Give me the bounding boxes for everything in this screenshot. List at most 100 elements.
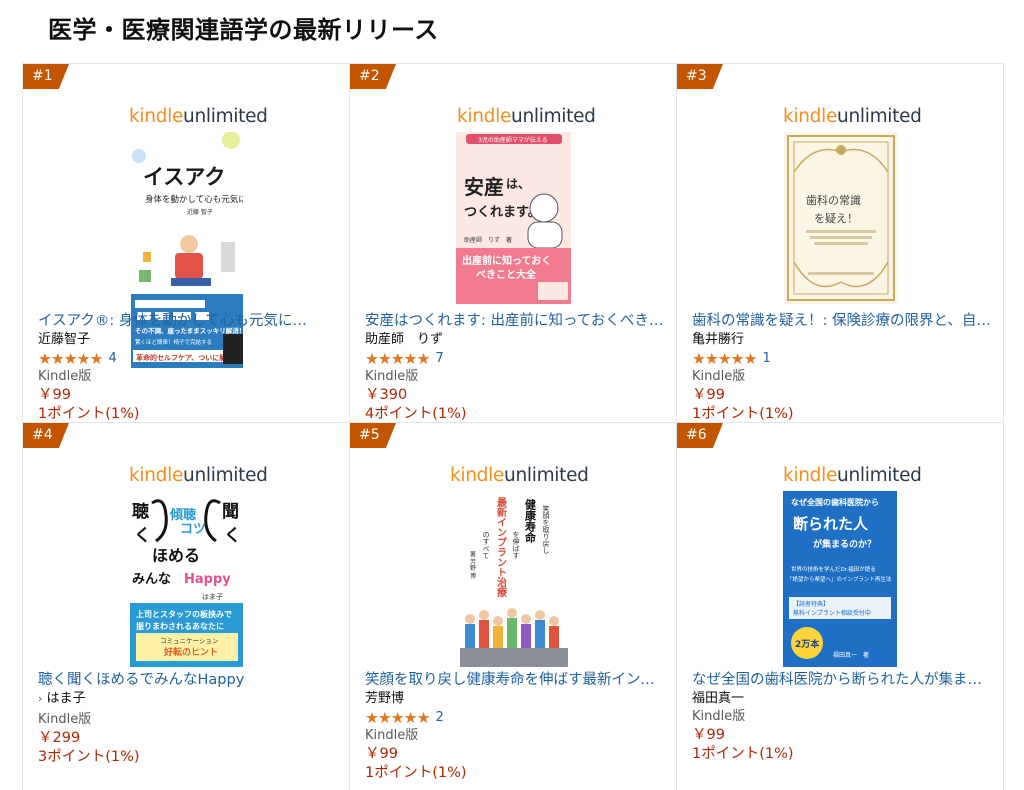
cover-art: なぜ全国の歯科医院から 断られた人 が集まるのか？ 世界の技術を学んだDr.福田… [787,497,892,659]
kindle-unlimited-logo: kindleunlimited [783,106,922,127]
book-cover[interactable]: 歯科の常識 を疑え！ [784,132,898,304]
price: ￥390 [365,387,408,403]
book-cover[interactable]: 聴 く 聞 く 傾聴 コツ ほめる みんな Happy はま子 上司とスタッフの… [130,491,243,667]
product-title-link[interactable]: 安産はつくれます: 出産前に知っておくべき… [365,312,668,331]
svg-text:みんな: みんな [132,572,171,587]
book-cover[interactable]: 笑顔を取り戻し 健康寿命 を伸ばす 最新インプラント治療 のすべて 著 芳野 博 [460,491,568,667]
author-name: 助産師 りず [365,332,444,347]
price: ￥99 [692,727,725,743]
author-name: 芳野博 [365,691,405,706]
rating-count[interactable]: 4 [108,351,116,366]
svg-text:健康寿命: 健康寿命 [524,498,538,544]
svg-text:歯科の常識: 歯科の常識 [806,193,861,207]
format-label: Kindle版 [365,369,419,384]
rank-badge: #1 [23,64,69,89]
cover-art: 聴 く 聞 く 傾聴 コツ ほめる みんな Happy はま子 上司とスタッフの… [130,499,243,667]
author-name: 亀井勝行 [692,332,745,347]
svg-text:出産前に知っておく: 出産前に知っておく [462,254,551,267]
star-rating-icon[interactable]: ★★★★★ [365,350,430,368]
rating-count[interactable]: 1 [762,351,770,366]
svg-text:聴: 聴 [132,502,149,522]
points: 3ポイント(1%) [38,749,140,765]
star-rating-icon[interactable]: ★★★★★ [365,709,430,727]
page-title: 医学・医療関連語学の最新リリース [48,16,439,44]
svg-text:く: く [134,526,151,546]
cover-art: 笑顔を取り戻し 健康寿命 を伸ばす 最新インプラント治療 のすべて 著 芳野 博 [460,497,568,667]
kindle-unlimited-logo: kindleunlimited [129,465,268,486]
product-title-link[interactable]: イスアク®: 身体を動かして心も元気に… [38,312,341,331]
svg-text:振りまわされるあなたに: 振りまわされるあなたに [136,621,224,631]
format-label: Kindle版 [692,369,746,384]
svg-text:「絶望から希望へ」のインプラント再生法: 「絶望から希望へ」のインプラント再生法 [787,575,892,583]
svg-text:イスアク: イスアク [143,165,225,189]
rating[interactable]: ★★★★★ 7 [365,349,668,368]
svg-text:く: く [224,526,241,546]
product-title-link[interactable]: 笑顔を取り戻し健康寿命を伸ばす最新インプ… [365,671,668,690]
svg-text:はま子: はま子 [202,593,223,601]
author-name: 近藤智子 [38,332,91,347]
svg-text:好転のヒント: 好転のヒント [163,646,218,658]
star-rating-icon[interactable]: ★★★★★ [38,350,103,368]
svg-text:笑顔を取り戻し: 笑顔を取り戻し [542,504,550,554]
svg-text:【読者特典】: 【読者特典】 [793,600,829,608]
svg-text:が集まるのか？: が集まるのか？ [813,538,876,550]
rank-badge: #4 [23,423,69,448]
product-info: 歯科の常識を疑え！: 保険診療の限界と、自… 亀井勝行 ★★★★★ 1 Kind… [692,312,995,424]
svg-text:著 芳野 博: 著 芳野 博 [469,550,476,580]
product-card: #5 kindleunlimited 笑顔を取り戻し 健康寿命 を伸ばす 最新イ… [350,423,677,790]
author-name: 福田真一 [692,691,745,706]
product-info: イスアク®: 身体を動かして心も元気に… 近藤智子 ★★★★★ 4 Kindle… [38,312,341,424]
price: ￥99 [38,387,71,403]
kindle-unlimited-logo: kindleunlimited [783,465,922,486]
points: 4ポイント(1%) [365,406,467,422]
product-card: #1 kindleunlimited イスアク 身体を動かして心も元気に 近藤 … [23,64,350,423]
rating[interactable]: ★★★★★ 1 [692,349,995,368]
product-card: #4 kindleunlimited 聴 く 聞 く 傾聴 コツ ほめる みんな… [23,423,350,790]
book-cover[interactable]: 3児の助産師ママが伝える 安産 は、 つくれます。 助産師 りず 著 出産前に知… [456,132,571,304]
rating-count[interactable]: 7 [435,351,443,366]
kindle-unlimited-logo: kindleunlimited [450,465,589,486]
svg-text:ほめる: ほめる [152,546,200,565]
product-title-link[interactable]: 聴く聞くほめるでみんなHappy [38,671,341,690]
svg-text:は、: は、 [506,177,530,191]
format-label: Kindle版 [38,369,92,384]
author-name: › はま子 [38,691,86,706]
product-info: なぜ全国の歯科医院から断られた人が集まる… 福田真一 Kindle版 ￥99 1… [692,671,995,764]
rating-count[interactable]: 2 [435,710,443,725]
rating[interactable]: ★★★★★ 2 [365,708,668,727]
svg-text:近藤 智子: 近藤 智子 [187,208,213,216]
svg-text:のすべて: のすべて [482,531,490,559]
product-info: 聴く聞くほめるでみんなHappy › はま子 Kindle版 ￥299 3ポイン… [38,671,341,767]
format-label: Kindle版 [692,709,746,724]
product-card: #3 kindleunlimited 歯科の常識 を疑え！ 歯科の常識を疑え！:… [677,64,1004,423]
svg-text:傾聴: 傾聴 [169,507,196,523]
svg-text:なぜ全国の歯科医院から: なぜ全国の歯科医院から [791,497,879,507]
star-rating-icon[interactable]: ★★★★★ [692,350,757,368]
svg-text:3児の助産師ママが伝える: 3児の助産師ママが伝える [478,136,548,144]
svg-text:を伸ばす: を伸ばす [512,531,520,559]
svg-text:上司とスタッフの板挟みで: 上司とスタッフの板挟みで [136,609,232,619]
svg-text:コツ: コツ [180,522,206,537]
product-card: #2 kindleunlimited 3児の助産師ママが伝える 安産 は、 つく… [350,64,677,423]
cover-art: 歯科の常識 を疑え！ [787,135,895,301]
rank-badge: #3 [677,64,723,89]
svg-text:福田真一 著: 福田真一 著 [833,651,869,659]
rank-badge: #5 [350,423,396,448]
svg-text:聞: 聞 [222,502,239,522]
rank-badge: #2 [350,64,396,89]
book-cover[interactable]: なぜ全国の歯科医院から 断られた人 が集まるのか？ 世界の技術を学んだDr.福田… [783,491,897,667]
svg-text:無料インプラント相談受付中: 無料インプラント相談受付中 [793,609,871,617]
price: ￥299 [38,730,81,746]
product-title-link[interactable]: なぜ全国の歯科医院から断られた人が集まる… [692,671,995,690]
svg-text:Happy: Happy [184,572,231,587]
chevron-right-icon: › [38,692,43,705]
svg-text:世界の技術を学んだDr.福田が語る: 世界の技術を学んだDr.福田が語る [791,565,876,573]
rating[interactable]: ★★★★★ 4 [38,349,341,368]
product-title-link[interactable]: 歯科の常識を疑え！: 保険診療の限界と、自… [692,312,995,331]
kindle-unlimited-logo: kindleunlimited [129,106,268,127]
svg-text:安産: 安産 [464,175,504,199]
format-label: Kindle版 [38,712,92,727]
price: ￥99 [365,746,398,762]
points: 1ポイント(1%) [692,406,794,422]
format-label: Kindle版 [365,728,419,743]
